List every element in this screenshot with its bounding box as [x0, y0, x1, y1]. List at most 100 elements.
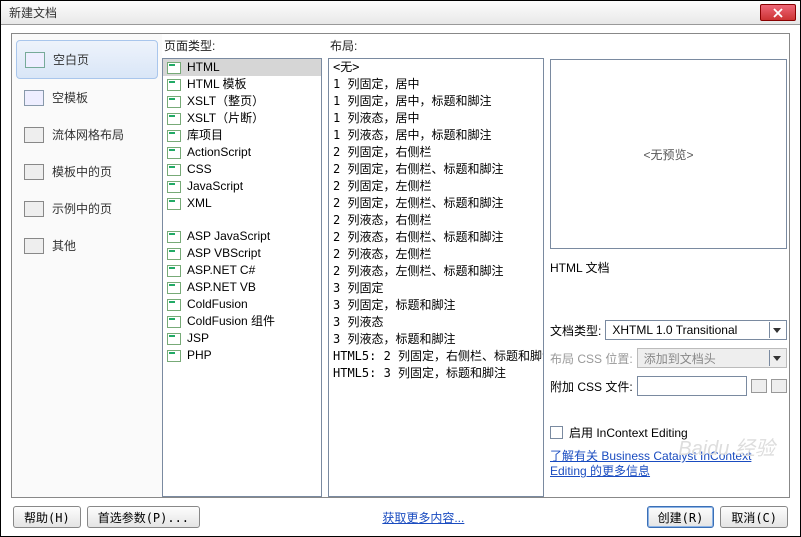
layout-item[interactable]: HTML5: 2 列固定，右侧栏、标题和脚注	[329, 348, 543, 365]
file-icon	[167, 164, 181, 176]
window-title: 新建文档	[5, 4, 760, 21]
file-icon	[167, 248, 181, 260]
layout-item[interactable]: 2 列固定，右侧栏、标题和脚注	[329, 161, 543, 178]
link-css-icon[interactable]	[751, 379, 767, 393]
new-document-dialog: 新建文档 空白页 空模板 流体网格布局 模板中的页 示例中的页 其他 页面类型:…	[0, 0, 801, 537]
nav-fluid-grid[interactable]: 流体网格布局	[16, 116, 158, 153]
file-icon	[167, 282, 181, 294]
attachcss-row: 附加 CSS 文件:	[550, 376, 787, 396]
remove-css-icon[interactable]	[771, 379, 787, 393]
layout-item[interactable]: 1 列液态，居中，标题和脚注	[329, 127, 543, 144]
page-type-list[interactable]: HTMLHTML 模板XSLT（整页）XSLT（片断）库项目ActionScri…	[162, 58, 322, 497]
incontext-link[interactable]: 了解有关 Business Catalyst InContext Editing…	[550, 449, 787, 479]
nav-sample-page[interactable]: 示例中的页	[16, 190, 158, 227]
file-icon	[167, 299, 181, 311]
button-bar: 帮助(H) 首选参数(P)... 获取更多内容... 创建(R) 取消(C)	[11, 498, 790, 530]
page-type-item[interactable]: ColdFusion	[163, 296, 321, 313]
main-area: 空白页 空模板 流体网格布局 模板中的页 示例中的页 其他 页面类型: HTML…	[11, 33, 790, 498]
layout-item[interactable]: 3 列液态	[329, 314, 543, 331]
category-nav: 空白页 空模板 流体网格布局 模板中的页 示例中的页 其他	[12, 34, 162, 497]
layout-item[interactable]: 1 列液态，居中	[329, 110, 543, 127]
grid-icon	[24, 127, 44, 143]
preview-box: <无预览>	[550, 59, 787, 249]
attachcss-field[interactable]	[637, 376, 747, 396]
incontext-checkbox[interactable]	[550, 426, 563, 439]
page-type-item[interactable]: PHP	[163, 347, 321, 364]
page-type-item[interactable]: ASP.NET C#	[163, 262, 321, 279]
close-icon	[773, 8, 783, 18]
file-icon	[167, 130, 181, 142]
page-type-item[interactable]: JSP	[163, 330, 321, 347]
file-icon	[167, 79, 181, 91]
titlebar: 新建文档	[1, 1, 800, 25]
chevron-down-icon	[769, 350, 784, 366]
layoutcss-row: 布局 CSS 位置: 添加到文档头	[550, 348, 787, 368]
incontext-row: 启用 InContext Editing	[550, 424, 787, 441]
doctype-row: 文档类型: XHTML 1.0 Transitional	[550, 320, 787, 340]
dialog-body: 空白页 空模板 流体网格布局 模板中的页 示例中的页 其他 页面类型: HTML…	[1, 25, 800, 536]
layout-item[interactable]: 1 列固定，居中	[329, 76, 543, 93]
page-type-item[interactable]: ColdFusion 组件	[163, 313, 321, 330]
layout-item[interactable]: 3 列液态，标题和脚注	[329, 331, 543, 348]
layout-item[interactable]: 2 列固定，左侧栏	[329, 178, 543, 195]
page-type-item[interactable]: 库项目	[163, 127, 321, 144]
file-icon	[167, 113, 181, 125]
template-page-icon	[24, 164, 44, 180]
file-icon	[167, 96, 181, 108]
nav-blank-page[interactable]: 空白页	[16, 40, 158, 79]
layout-item[interactable]: 2 列液态，左侧栏	[329, 246, 543, 263]
layout-column: 布局: <无>1 列固定，居中1 列固定，居中，标题和脚注1 列液态，居中1 列…	[328, 34, 544, 497]
layout-item[interactable]: 2 列液态，右侧栏	[329, 212, 543, 229]
layout-item[interactable]: 2 列液态，左侧栏、标题和脚注	[329, 263, 543, 280]
nav-blank-template[interactable]: 空模板	[16, 79, 158, 116]
other-icon	[24, 238, 44, 254]
page-type-column: 页面类型: HTMLHTML 模板XSLT（整页）XSLT（片断）库项目Acti…	[162, 34, 322, 497]
page-type-item[interactable]: ActionScript	[163, 144, 321, 161]
file-icon	[167, 316, 181, 328]
layout-header: 布局:	[328, 34, 544, 58]
page-type-item[interactable]: ASP VBScript	[163, 245, 321, 262]
close-button[interactable]	[760, 4, 796, 21]
layout-item[interactable]: HTML5: 3 列固定，标题和脚注	[329, 365, 543, 382]
nav-other[interactable]: 其他	[16, 227, 158, 264]
file-icon	[167, 62, 181, 74]
file-icon	[167, 198, 181, 210]
layout-item[interactable]: 3 列固定	[329, 280, 543, 297]
doc-type-label: HTML 文档	[550, 259, 787, 276]
nav-template-page[interactable]: 模板中的页	[16, 153, 158, 190]
file-icon	[167, 231, 181, 243]
page-type-item[interactable]: HTML 模板	[163, 76, 321, 93]
page-type-item[interactable]: HTML	[163, 59, 321, 76]
layoutcss-select: 添加到文档头	[637, 348, 787, 368]
chevron-down-icon	[769, 322, 784, 338]
sample-icon	[24, 201, 44, 217]
layout-item[interactable]: 2 列固定，左侧栏、标题和脚注	[329, 195, 543, 212]
right-panel: <无预览> HTML 文档 文档类型: XHTML 1.0 Transition…	[550, 34, 789, 497]
page-type-item[interactable]: JavaScript	[163, 178, 321, 195]
layout-item[interactable]: <无>	[329, 59, 543, 76]
file-icon	[167, 147, 181, 159]
page-type-item[interactable]: XSLT（片断）	[163, 110, 321, 127]
layout-item[interactable]: 3 列固定，标题和脚注	[329, 297, 543, 314]
file-icon	[167, 265, 181, 277]
template-icon	[24, 90, 44, 106]
cancel-button[interactable]: 取消(C)	[720, 506, 788, 528]
layout-item[interactable]: 2 列液态，右侧栏、标题和脚注	[329, 229, 543, 246]
help-button[interactable]: 帮助(H)	[13, 506, 81, 528]
get-more-link[interactable]: 获取更多内容...	[382, 509, 464, 526]
page-type-item[interactable]: XML	[163, 195, 321, 212]
page-type-item[interactable]: CSS	[163, 161, 321, 178]
preferences-button[interactable]: 首选参数(P)...	[87, 506, 200, 528]
layout-item[interactable]: 2 列固定，右侧栏	[329, 144, 543, 161]
create-button[interactable]: 创建(R)	[647, 506, 715, 528]
file-icon	[167, 181, 181, 193]
layout-list[interactable]: <无>1 列固定，居中1 列固定，居中，标题和脚注1 列液态，居中1 列液态，居…	[328, 58, 544, 497]
file-icon	[167, 350, 181, 362]
layout-item[interactable]: 1 列固定，居中，标题和脚注	[329, 93, 543, 110]
doctype-select[interactable]: XHTML 1.0 Transitional	[605, 320, 787, 340]
page-type-item[interactable]: XSLT（整页）	[163, 93, 321, 110]
page-type-item[interactable]: ASP.NET VB	[163, 279, 321, 296]
page-type-header: 页面类型:	[162, 34, 322, 58]
file-icon	[167, 333, 181, 345]
page-type-item[interactable]: ASP JavaScript	[163, 228, 321, 245]
